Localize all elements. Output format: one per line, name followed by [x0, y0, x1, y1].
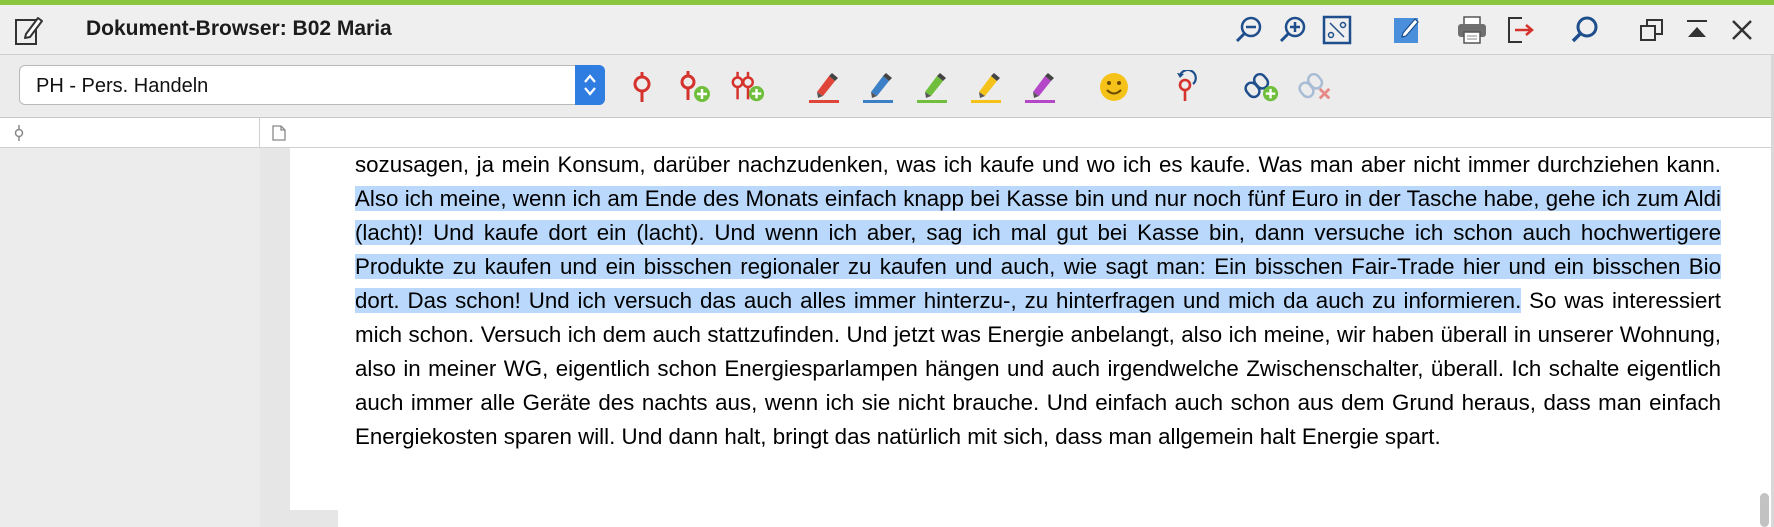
coding-toolbar: PH - Pers. Handeln	[0, 55, 1774, 118]
zoom-in-icon[interactable]	[1276, 13, 1310, 47]
select-stepper-icon[interactable]	[575, 65, 605, 105]
edit-mode-icon[interactable]	[1389, 13, 1423, 47]
search-icon[interactable]	[1568, 13, 1602, 47]
blue-highlighter-icon[interactable]	[860, 69, 896, 105]
green-highlighter-icon[interactable]	[914, 69, 950, 105]
code-stripes-pane[interactable]	[0, 148, 260, 527]
title-bar: Dokument-Browser: B02 Maria	[0, 5, 1774, 55]
selected-text[interactable]: Also ich meine, wenn ich am Ende des Mon…	[355, 186, 1721, 313]
add-link-icon[interactable]	[1244, 69, 1280, 105]
collapse-up-icon[interactable]	[1680, 13, 1714, 47]
document-view[interactable]: sozusagen, ja mein Konsum, darüber nachz…	[290, 148, 1760, 527]
document-text[interactable]: sozusagen, ja mein Konsum, darüber nachz…	[355, 148, 1721, 454]
zoom-out-icon[interactable]	[1232, 13, 1266, 47]
undock-window-icon[interactable]	[1635, 13, 1669, 47]
close-icon[interactable]	[1725, 13, 1759, 47]
document-edit-icon	[14, 14, 44, 46]
code-select-value: PH - Pers. Handeln	[36, 75, 209, 97]
scrollbar-thumb[interactable]	[1760, 493, 1769, 527]
text-before-selection: sozusagen, ja mein Konsum, darüber nachz…	[355, 152, 1721, 177]
new-subcode-icon[interactable]	[730, 69, 766, 105]
print-icon[interactable]	[1455, 13, 1489, 47]
gutter-footer	[290, 510, 338, 527]
magenta-highlighter-icon[interactable]	[1022, 69, 1058, 105]
window-title: Dokument-Browser: B02 Maria	[86, 17, 392, 40]
yellow-highlighter-icon[interactable]	[968, 69, 1004, 105]
remove-link-icon[interactable]	[1298, 69, 1334, 105]
paragraph-column-icon[interactable]	[272, 125, 286, 146]
emoticode-smiley-icon[interactable]	[1096, 69, 1132, 105]
zoom-100-percent-icon[interactable]	[1320, 13, 1354, 47]
code-column-icon[interactable]	[12, 125, 26, 146]
paragraph-gutter[interactable]	[260, 148, 290, 527]
undo-coding-icon[interactable]	[1170, 69, 1206, 105]
column-divider[interactable]	[259, 118, 260, 148]
red-highlighter-icon[interactable]	[806, 69, 842, 105]
code-select[interactable]: PH - Pers. Handeln	[19, 65, 605, 105]
column-header-row	[0, 118, 1774, 148]
export-icon[interactable]	[1503, 13, 1537, 47]
code-pin-icon[interactable]	[624, 69, 660, 105]
new-code-icon[interactable]	[676, 69, 712, 105]
vertical-scrollbar[interactable]	[1757, 148, 1771, 527]
